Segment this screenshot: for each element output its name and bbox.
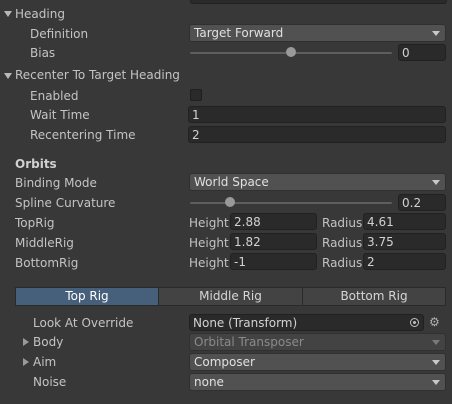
aim-label[interactable]: Aim — [33, 353, 56, 371]
chevron-down-icon — [432, 340, 440, 345]
chevron-down-icon — [432, 31, 440, 36]
spline-curvature-slider-track[interactable] — [190, 202, 392, 204]
aim-value: Composer — [194, 355, 255, 369]
aim-dropdown[interactable]: Composer — [189, 353, 446, 371]
bottomrig-height-input[interactable]: -1 — [230, 253, 317, 270]
noise-value: none — [194, 375, 224, 389]
middlerig-radius-label[interactable]: Radius — [322, 234, 362, 252]
tab-top-rig[interactable]: Top Rig — [16, 288, 159, 305]
look-at-override-label: Look At Override — [33, 316, 134, 330]
wait-time-input[interactable]: 1 — [188, 106, 446, 123]
spline-curvature-slider-thumb[interactable] — [225, 197, 236, 207]
heading-title[interactable]: Heading — [15, 5, 65, 23]
binding-mode-label: Binding Mode — [15, 176, 97, 190]
definition-dropdown[interactable]: Target Forward — [189, 24, 446, 42]
heading-foldout-icon[interactable] — [4, 11, 12, 17]
object-picker-icon[interactable] — [410, 318, 419, 327]
recentering-time-label: Recentering Time — [30, 128, 136, 142]
orbits-title: Orbits — [15, 157, 57, 171]
chevron-down-icon — [432, 180, 440, 185]
wait-time-label: Wait Time — [30, 108, 90, 122]
aim-foldout-icon[interactable] — [23, 358, 29, 366]
middlerig-height-input[interactable]: 1.82 — [230, 233, 317, 250]
gear-icon[interactable]: ⚙ — [429, 314, 440, 330]
recenter-foldout-icon[interactable] — [4, 73, 12, 79]
body-foldout-icon[interactable] — [23, 338, 29, 346]
middlerig-radius-input[interactable]: 3.75 — [363, 233, 446, 250]
spline-curvature-input[interactable]: 0.2 — [398, 194, 446, 211]
bottomrig-radius-label[interactable]: Radius — [322, 254, 362, 272]
body-label[interactable]: Body — [33, 333, 63, 351]
definition-value: Target Forward — [194, 26, 284, 40]
toprig-height-label[interactable]: Height — [189, 214, 229, 232]
toprig-radius-label[interactable]: Radius — [322, 214, 362, 232]
chevron-down-icon — [432, 360, 440, 365]
toprig-height-input[interactable]: 2.88 — [230, 213, 317, 230]
noise-dropdown[interactable]: none — [189, 373, 446, 391]
previous-field[interactable] — [190, 0, 447, 4]
tab-middle-rig[interactable]: Middle Rig — [159, 288, 303, 305]
bias-input[interactable]: 0 — [398, 44, 446, 61]
bottomrig-height-label[interactable]: Height — [189, 254, 229, 272]
definition-label: Definition — [30, 27, 89, 41]
chevron-down-icon — [432, 380, 440, 385]
body-dropdown: Orbital Transposer — [189, 333, 446, 351]
tab-bottom-rig[interactable]: Bottom Rig — [303, 288, 445, 305]
look-at-override-field[interactable]: None (Transform) — [189, 314, 424, 331]
bias-slider-thumb[interactable] — [286, 47, 296, 57]
toprig-radius-input[interactable]: 4.61 — [363, 213, 446, 230]
look-at-override-value: None (Transform) — [193, 316, 298, 330]
binding-mode-dropdown[interactable]: World Space — [189, 173, 446, 191]
bottomrig-radius-input[interactable]: 2 — [363, 253, 446, 270]
recenter-title[interactable]: Recenter To Target Heading — [15, 66, 180, 84]
bias-label: Bias — [30, 46, 56, 60]
body-value: Orbital Transposer — [194, 335, 304, 349]
recentering-time-input[interactable]: 2 — [188, 126, 446, 143]
spline-curvature-label: Spline Curvature — [15, 196, 116, 210]
noise-label: Noise — [33, 375, 67, 389]
enabled-checkbox[interactable] — [190, 89, 202, 101]
toprig-label: TopRig — [15, 216, 55, 230]
bottomrig-label: BottomRig — [15, 256, 79, 270]
enabled-label: Enabled — [30, 89, 79, 103]
middlerig-height-label[interactable]: Height — [189, 234, 229, 252]
middlerig-label: MiddleRig — [15, 236, 74, 250]
binding-mode-value: World Space — [194, 175, 269, 189]
rig-tab-bar: Top Rig Middle Rig Bottom Rig — [15, 287, 446, 306]
